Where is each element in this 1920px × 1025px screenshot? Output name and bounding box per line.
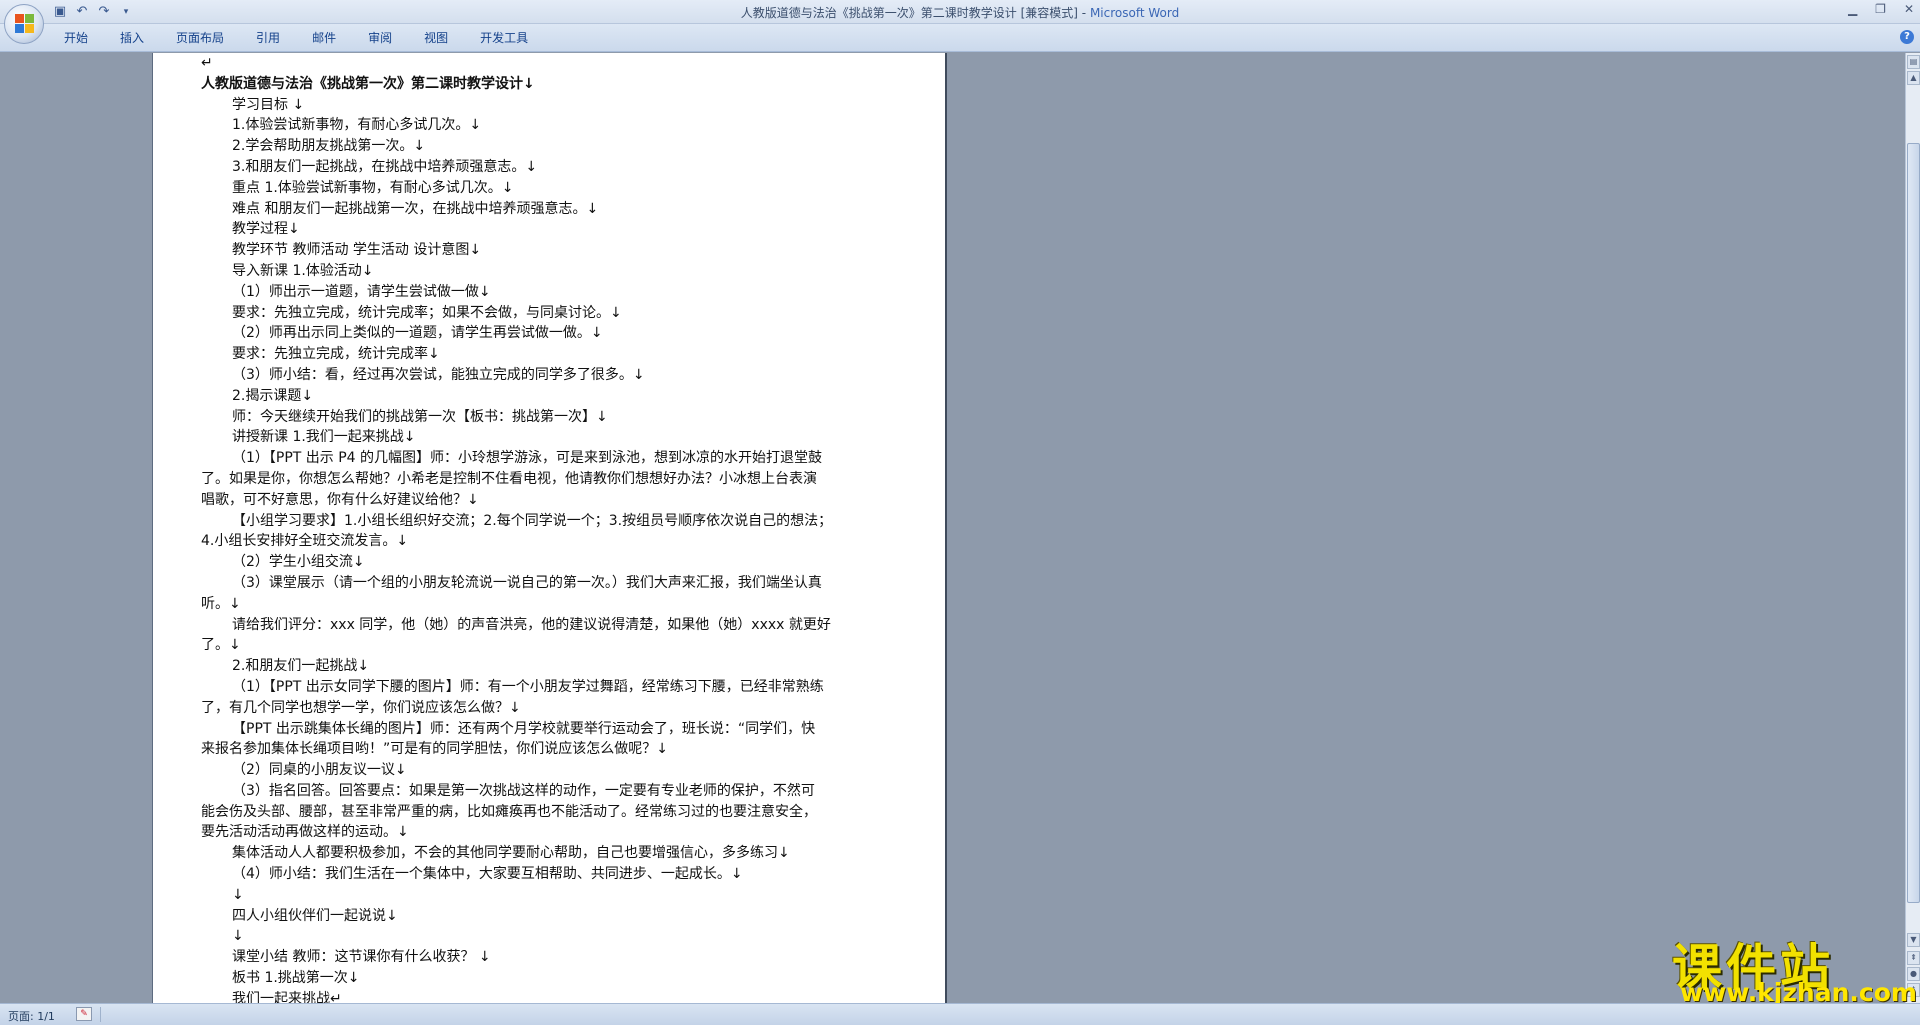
title-separator: - <box>1077 6 1090 20</box>
document-line[interactable]: ↵ <box>201 53 901 74</box>
document-line[interactable]: 听。↓ <box>201 594 901 615</box>
status-bar: 页面: 1/1 ✎ <box>0 1003 1920 1025</box>
status-separator <box>100 1007 101 1022</box>
document-line[interactable]: 了。如果是你，你想怎么帮她？小希老是控制不住看电视，他请教你们想想好办法？小冰想… <box>201 469 901 490</box>
document-line[interactable]: 教学环节 教师活动 学生活动 设计意图↓ <box>201 240 901 261</box>
document-line[interactable]: 了。↓ <box>201 635 901 656</box>
document-line[interactable]: 课堂小结 教师：这节课你有什么收获？ ↓ <box>201 947 901 968</box>
document-line[interactable]: 了，有几个同学也想学一学，你们说应该怎么做？↓ <box>201 698 901 719</box>
document-line[interactable]: 讲授新课 1.我们一起来挑战↓ <box>201 427 901 448</box>
document-line[interactable]: 难点 和朋友们一起挑战第一次，在挑战中培养顽强意志。↓ <box>201 199 901 220</box>
document-line[interactable]: ↓ <box>201 885 901 906</box>
document-line[interactable]: 请给我们评分：xxx 同学，他（她）的声音洪亮，他的建议说得清楚，如果他（她）x… <box>201 615 901 636</box>
tab-home[interactable]: 开始 <box>48 30 104 46</box>
document-line[interactable]: 1.体验尝试新事物，有耐心多试几次。↓ <box>201 115 901 136</box>
document-line[interactable]: 重点 1.体验尝试新事物，有耐心多试几次。↓ <box>201 178 901 199</box>
document-line[interactable]: 4.小组长安排好全班交流发言。↓ <box>201 531 901 552</box>
scroll-up-icon[interactable]: ▲ <box>1907 71 1920 85</box>
tab-mailings[interactable]: 邮件 <box>296 30 352 46</box>
window-controls: ▁ ❐ ✕ <box>1848 2 1914 16</box>
watermark-logo: 课件站 www.kjzhan.com <box>1660 928 1917 1007</box>
document-line[interactable]: 2.和朋友们一起挑战↓ <box>201 656 901 677</box>
document-page[interactable]: ↵ 人教版道德与法治《挑战第一次》第二课时教学设计↓ 学习目标 ↓ 1.体验尝试新事物… <box>152 53 947 1003</box>
document-area[interactable]: ↵ 人教版道德与法治《挑战第一次》第二课时教学设计↓ 学习目标 ↓ 1.体验尝试新事物… <box>0 53 1905 1003</box>
document-line[interactable]: ↓ <box>201 926 901 947</box>
document-line[interactable]: （2）学生小组交流↓ <box>201 552 901 573</box>
status-page-count[interactable]: 页面: 1/1 <box>8 1008 55 1024</box>
restore-icon[interactable]: ❐ <box>1875 2 1886 16</box>
ribbon-tabs: 开始 插入 页面布局 引用 邮件 审阅 视图 开发工具 <box>48 30 544 46</box>
document-line[interactable]: 【PPT 出示跳集体长绳的图片】师：还有两个月学校就要举行运动会了，班长说：“同… <box>201 719 901 740</box>
document-body[interactable]: ↵ 人教版道德与法治《挑战第一次》第二课时教学设计↓ 学习目标 ↓ 1.体验尝试新事物… <box>201 53 901 1003</box>
vertical-scrollbar[interactable]: ▤ ▲ ▼ ⇞ ● ⇟ <box>1905 53 1920 1003</box>
tab-page-layout[interactable]: 页面布局 <box>160 30 240 46</box>
document-line[interactable]: 要先活动活动再做这样的运动。↓ <box>201 822 901 843</box>
document-line[interactable]: （1）【PPT 出示 P4 的几幅图】师：小玲想学游泳，可是来到泳池，想到冰凉的… <box>201 448 901 469</box>
window-title: 人教版道德与法治《挑战第一次》第二课时教学设计 [兼容模式] - Microso… <box>0 4 1920 21</box>
close-icon[interactable]: ✕ <box>1904 2 1914 16</box>
document-line[interactable]: 学习目标 ↓ <box>201 95 901 116</box>
document-line[interactable]: （3）指名回答。回答要点：如果是第一次挑战这样的动作，一定要有专业老师的保护，不… <box>201 781 901 802</box>
document-line[interactable]: 板书 1.挑战第一次↓ <box>201 968 901 989</box>
document-line[interactable]: （1）师出示一道题，请学生尝试做一做↓ <box>201 282 901 303</box>
help-icon[interactable]: ? <box>1900 30 1914 44</box>
document-line[interactable]: （3）课堂展示（请一个组的小朋友轮流说一说自己的第一次。）我们大声来汇报，我们端… <box>201 573 901 594</box>
document-line[interactable]: （3）师小结：看，经过再次尝试，能独立完成的同学多了很多。↓ <box>201 365 901 386</box>
document-line[interactable]: 能会伤及头部、腰部，甚至非常严重的病，比如瘫痪再也不能活动了。经常练习过的也要注… <box>201 802 901 823</box>
tab-references[interactable]: 引用 <box>240 30 296 46</box>
document-line[interactable]: 要求：先独立完成，统计完成率；如果不会做，与同桌讨论。↓ <box>201 303 901 324</box>
document-line[interactable]: 集体活动人人都要积极参加，不会的其他同学要耐心帮助，自己也要增强信心，多多练习↓ <box>201 843 901 864</box>
ruler-toggle-icon[interactable]: ▤ <box>1907 55 1920 69</box>
document-line[interactable]: 2.学会帮助朋友挑战第一次。↓ <box>201 136 901 157</box>
document-line[interactable]: 导入新课 1.体验活动↓ <box>201 261 901 282</box>
ribbon-tabs-bar: 开始 插入 页面布局 引用 邮件 审阅 视图 开发工具 ? <box>0 24 1920 52</box>
app-name: Microsoft Word <box>1089 6 1180 20</box>
document-line[interactable]: （2）同桌的小朋友议一议↓ <box>201 760 901 781</box>
office-button[interactable] <box>4 4 44 44</box>
tab-developer[interactable]: 开发工具 <box>464 30 544 46</box>
document-line[interactable]: 四人小组伙伴们一起说说↓ <box>201 906 901 927</box>
document-line[interactable]: （1）【PPT 出示女同学下腰的图片】师：有一个小朋友学过舞蹈，经常练习下腰，已… <box>201 677 901 698</box>
minimize-icon[interactable]: ▁ <box>1848 2 1857 16</box>
document-line[interactable]: 来报名参加集体长绳项目哟！”可是有的同学胆怯，你们说应该怎么做呢？↓ <box>201 739 901 760</box>
document-line[interactable]: （4）师小结：我们生活在一个集体中，大家要互相帮助、共同进步、一起成长。↓ <box>201 864 901 885</box>
tab-view[interactable]: 视图 <box>408 30 464 46</box>
document-heading[interactable]: 人教版道德与法治《挑战第一次》第二课时教学设计↓ <box>201 74 901 95</box>
document-line[interactable]: 教学过程↓ <box>201 219 901 240</box>
document-line[interactable]: 2.揭示课题↓ <box>201 386 901 407</box>
proofing-icon[interactable]: ✎ <box>76 1007 92 1021</box>
document-line[interactable]: 我们一起来挑战↵ <box>201 989 901 1003</box>
document-line[interactable]: 唱歌，可不好意思，你有什么好建议给他？↓ <box>201 490 901 511</box>
tab-insert[interactable]: 插入 <box>104 30 160 46</box>
document-line[interactable]: 【小组学习要求】1.小组长组织好交流；2.每个同学说一个；3.按组员号顺序依次说… <box>201 511 901 532</box>
document-line[interactable]: 师：今天继续开始我们的挑战第一次【板书：挑战第一次】↓ <box>201 407 901 428</box>
office-logo-icon <box>15 14 35 34</box>
tab-review[interactable]: 审阅 <box>352 30 408 46</box>
document-line[interactable]: 要求：先独立完成，统计完成率↓ <box>201 344 901 365</box>
title-bar: ▣ ↶ ↷ ▾ 人教版道德与法治《挑战第一次》第二课时教学设计 [兼容模式] -… <box>0 0 1920 24</box>
document-line[interactable]: 3.和朋友们一起挑战，在挑战中培养顽强意志。↓ <box>201 157 901 178</box>
document-line[interactable]: （2）师再出示同上类似的一道题，请学生再尝试做一做。↓ <box>201 323 901 344</box>
scrollbar-thumb[interactable] <box>1907 143 1920 903</box>
document-title: 人教版道德与法治《挑战第一次》第二课时教学设计 [兼容模式] <box>740 6 1078 20</box>
